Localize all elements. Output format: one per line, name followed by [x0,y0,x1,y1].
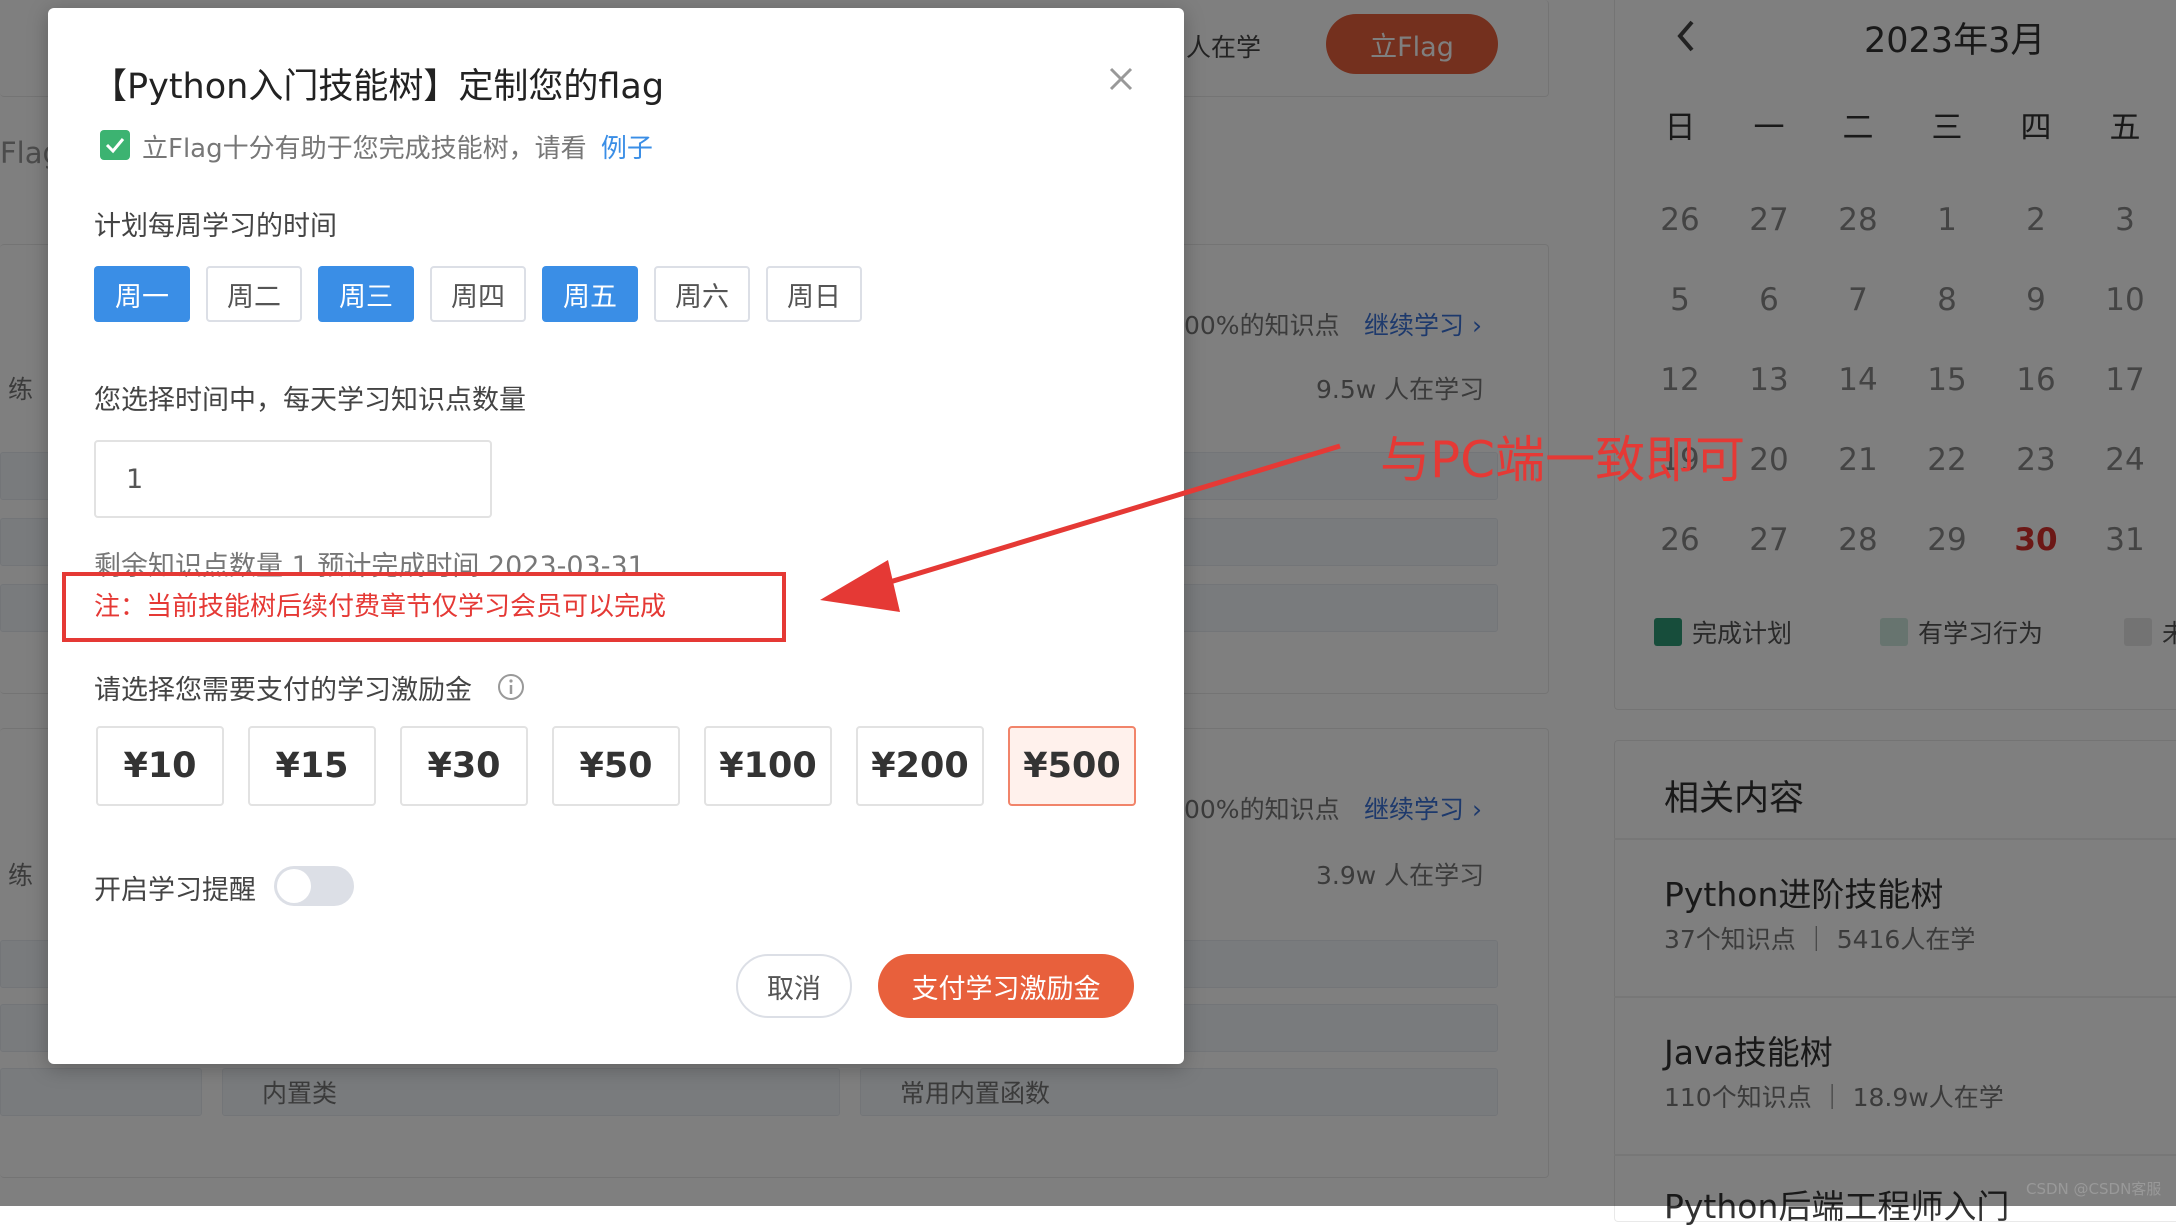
watermark: CSDN @CSDN客服 [2026,1180,2162,1198]
annotation-arrow [820,443,1341,612]
annotation-text: 与PC端一致即可 [1380,431,1746,489]
